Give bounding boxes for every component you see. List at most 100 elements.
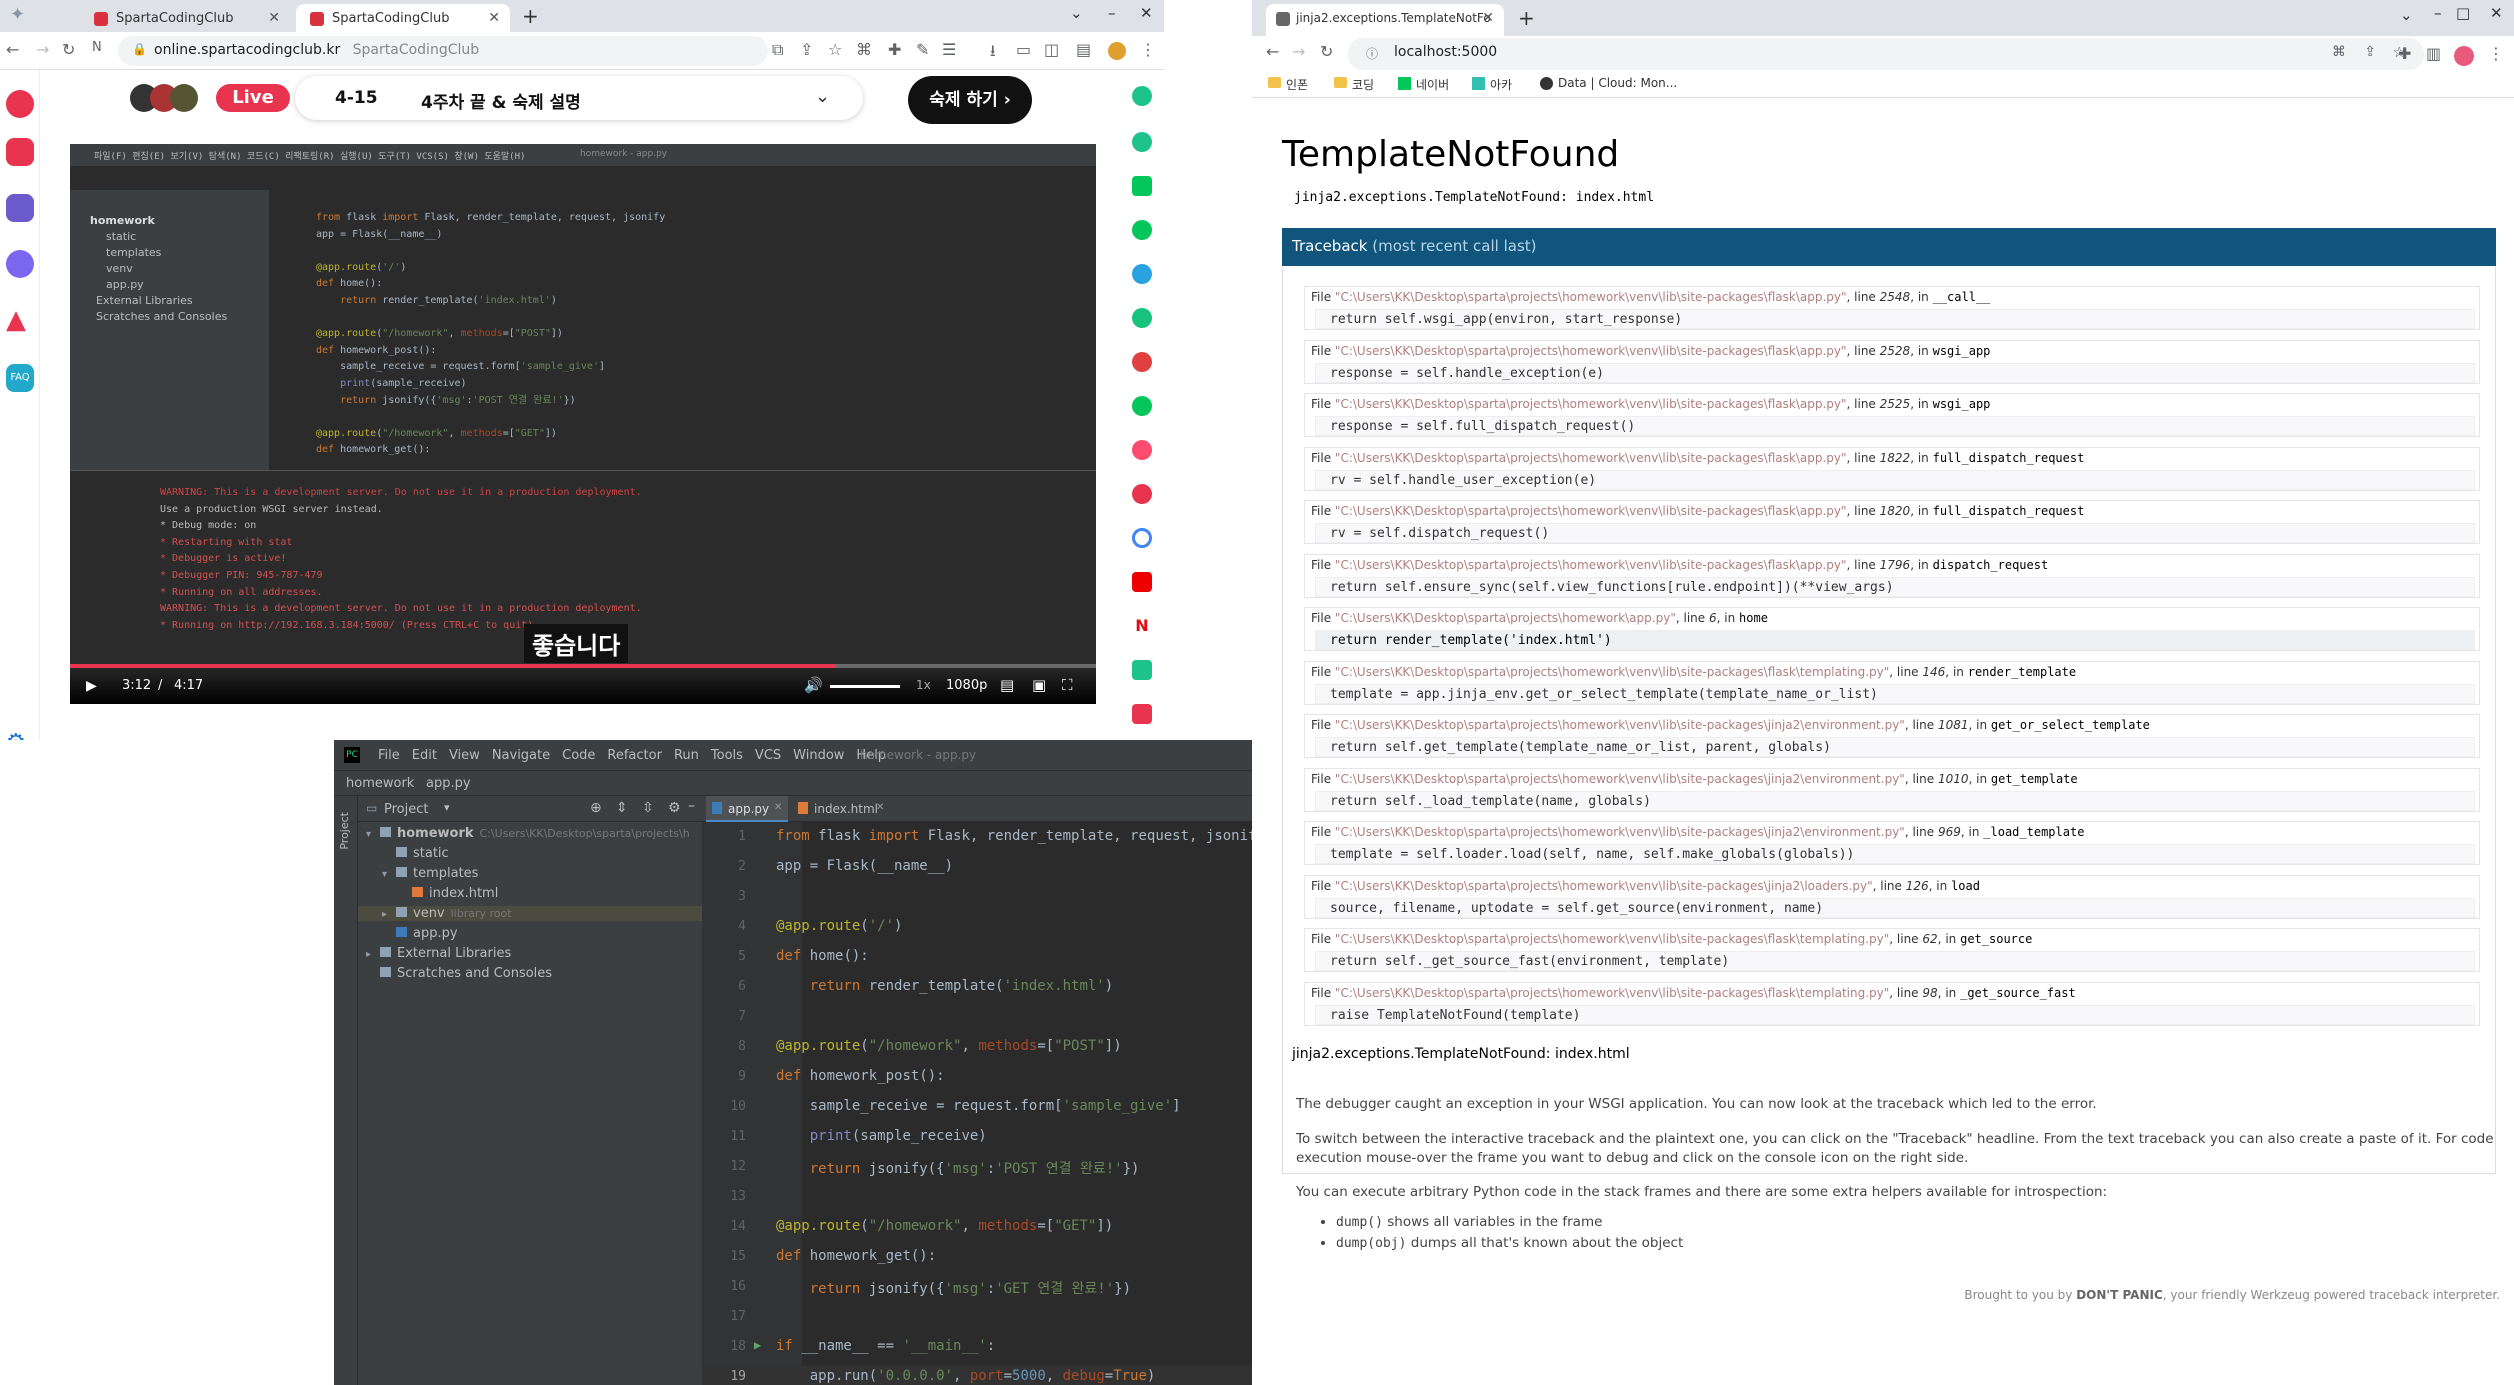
tree-item-external-libraries[interactable]: ▸ External Libraries: [366, 946, 511, 961]
volume-slider[interactable]: [830, 685, 900, 688]
music-icon[interactable]: [1132, 484, 1152, 504]
collapse-all-icon[interactable]: ⇳: [642, 800, 654, 816]
volume-icon[interactable]: 🔊: [804, 676, 823, 694]
new-tab-icon[interactable]: +: [522, 4, 539, 28]
code-line[interactable]: 4 @app.route('/'): [702, 916, 1252, 940]
chevron-down-icon[interactable]: ⌄: [1070, 4, 1083, 22]
captions-icon[interactable]: ▤: [1000, 676, 1014, 694]
close-icon[interactable]: ✕: [1482, 10, 1494, 26]
traceback-frame[interactable]: File "C:\Users\KK\Desktop\sparta\project…: [1304, 339, 2480, 384]
bookmark-4[interactable]: 아카: [1490, 76, 1512, 93]
app-icon-15[interactable]: [1132, 704, 1152, 724]
sidebar-icon[interactable]: ▥: [2426, 44, 2441, 63]
close-icon[interactable]: ✕: [774, 802, 782, 813]
chevron-down-icon[interactable]: ▾: [366, 829, 380, 840]
chevron-right-icon[interactable]: ▸: [382, 909, 396, 920]
code-line[interactable]: 17: [702, 1306, 1252, 1330]
project-dropdown[interactable]: Project: [384, 802, 428, 817]
tree-item-app-py[interactable]: app.py: [382, 926, 458, 941]
traceback-frame[interactable]: File "C:\Users\KK\Desktop\sparta\project…: [1304, 767, 2480, 812]
code-line[interactable]: 12 return jsonify({'msg':'POST 연결 완료!'}): [702, 1156, 1252, 1180]
pip-icon[interactable]: ▣: [1032, 676, 1046, 694]
minimize-icon[interactable]: –: [2434, 4, 2442, 22]
tree-item-index-html[interactable]: index.html: [398, 886, 498, 901]
traceback-frame[interactable]: File "C:\Users\KK\Desktop\sparta\project…: [1304, 446, 2480, 491]
menu-code[interactable]: Code: [562, 748, 595, 763]
frame-source-line[interactable]: return render_template('index.html'): [1315, 630, 2475, 650]
app-icon-6[interactable]: [1132, 308, 1152, 328]
code-line[interactable]: 8 @app.route("/homework", methods=["POST"…: [702, 1036, 1252, 1060]
netflix-icon[interactable]: N: [1132, 616, 1152, 636]
video-player[interactable]: 파일(F) 편집(E) 보기(V) 탐색(N) 코드(C) 리팩토링(R) 실행…: [70, 144, 1096, 704]
translate-icon[interactable]: ⌘: [856, 40, 872, 59]
traceback-header[interactable]: Traceback (most recent call last): [1282, 228, 2496, 266]
checklist-icon[interactable]: [6, 194, 34, 222]
star-icon[interactable]: ☆: [828, 40, 842, 59]
download-icon[interactable]: ⭳: [990, 40, 996, 67]
forward-icon[interactable]: →: [36, 40, 49, 59]
back-icon[interactable]: ←: [1266, 42, 1279, 61]
left-address-bar[interactable]: 🔒 online.spartacodingclub.kr SpartaCodin…: [118, 36, 768, 66]
extension-icon[interactable]: N: [92, 40, 102, 55]
app-icon-14[interactable]: [1132, 660, 1152, 680]
maximize-icon[interactable]: □: [2456, 4, 2470, 22]
traceback-frame[interactable]: File "C:\Users\KK\Desktop\sparta\project…: [1304, 981, 2480, 1026]
google-icon[interactable]: [1132, 528, 1152, 548]
menu-run[interactable]: Run: [674, 748, 699, 763]
menu-ext-icon[interactable]: ☰: [942, 40, 956, 59]
menu-vcs[interactable]: VCS: [755, 748, 781, 763]
screen-icon[interactable]: ▭: [1016, 40, 1031, 59]
kebab-menu-icon[interactable]: ⋮: [1140, 40, 1156, 59]
bookmark-3[interactable]: 네이버: [1416, 76, 1449, 93]
menu-navigate[interactable]: Navigate: [492, 748, 550, 763]
code-line[interactable]: 9 def homework_post():: [702, 1066, 1252, 1090]
chevron-down-icon[interactable]: ⌄: [2400, 6, 2413, 24]
code-line[interactable]: 10 sample_receive = request.form['sample…: [702, 1096, 1252, 1120]
minimize-icon[interactable]: –: [1108, 4, 1116, 22]
frame-source-line[interactable]: return self.wsgi_app(environ, start_resp…: [1315, 309, 2475, 329]
traceback-frame[interactable]: File "C:\Users\KK\Desktop\sparta\project…: [1304, 553, 2480, 598]
frame-source-line[interactable]: rv = self.dispatch_request(): [1315, 523, 2475, 543]
frame-source-line[interactable]: return self._load_template(name, globals…: [1315, 790, 2475, 811]
alert-icon[interactable]: ▲: [6, 306, 34, 334]
expand-all-icon[interactable]: ⇕: [616, 800, 628, 816]
locate-icon[interactable]: ⊕: [590, 800, 602, 816]
left-tab-2[interactable]: SpartaCodingClub ✕: [296, 4, 510, 32]
traceback-frame[interactable]: File "C:\Users\KK\Desktop\sparta\project…: [1304, 660, 2480, 705]
traceback-frame[interactable]: File "C:\Users\KK\Desktop\sparta\project…: [1304, 500, 2480, 544]
menu-refactor[interactable]: Refactor: [607, 748, 662, 763]
chevron-down-icon[interactable]: ▾: [444, 801, 450, 814]
map-icon[interactable]: [1132, 220, 1152, 240]
traceback-frame[interactable]: File "C:\Users\KK\Desktop\sparta\project…: [1304, 393, 2480, 437]
profile-avatar[interactable]: [1108, 42, 1126, 60]
code-line[interactable]: 16 return jsonify({'msg':'GET 연결 완료!'}): [702, 1276, 1252, 1300]
gear-icon[interactable]: ⚙: [668, 800, 681, 816]
app-icon-8[interactable]: [1132, 396, 1152, 416]
tree-item-templates[interactable]: ▾ templates: [382, 866, 478, 881]
frame-source-line[interactable]: template = self.loader.load(self, name, …: [1315, 844, 2475, 864]
hide-icon[interactable]: –: [688, 798, 695, 814]
kebab-menu-icon[interactable]: ⋮: [2488, 44, 2504, 63]
frame-source-line[interactable]: response = self.handle_exception(e): [1315, 362, 2475, 383]
tab-app-py[interactable]: app.py ✕: [706, 796, 788, 822]
share-icon[interactable]: ⇪: [2364, 44, 2376, 60]
translate-icon[interactable]: ⌘: [2332, 44, 2346, 60]
video-progress-track[interactable]: [70, 664, 1096, 668]
tree-item-venv[interactable]: ▸ venv library root: [358, 906, 702, 921]
sidebar-icon[interactable]: ▤: [1076, 40, 1091, 59]
app-icon-9[interactable]: [1132, 440, 1152, 460]
pen-icon[interactable]: ✎: [916, 40, 929, 59]
chevron-right-icon[interactable]: ▸: [366, 949, 380, 960]
left-tab-1[interactable]: SpartaCodingClub ✕: [80, 4, 290, 32]
app-icon-7[interactable]: [1132, 352, 1152, 372]
menu-edit[interactable]: Edit: [412, 748, 437, 763]
tree-item-homework[interactable]: ▾ homework C:\Users\KK\Desktop\sparta\proj…: [366, 826, 690, 841]
extensions-icon[interactable]: ✚: [2398, 44, 2411, 63]
menu-view[interactable]: View: [449, 748, 480, 763]
menu-file[interactable]: File: [378, 748, 400, 763]
menu-window[interactable]: Window: [793, 748, 844, 763]
close-window-icon[interactable]: ✕: [2490, 4, 2503, 22]
install-icon[interactable]: ⧉: [772, 40, 783, 60]
app-icon-5[interactable]: [1132, 264, 1152, 284]
back-icon[interactable]: ←: [6, 40, 19, 59]
